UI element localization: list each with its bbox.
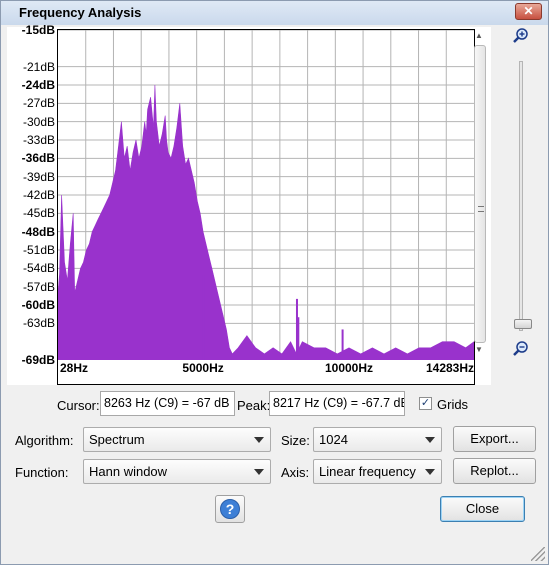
y-tick-label: -69dB	[21, 353, 55, 367]
peak-label: Peak:	[237, 398, 271, 413]
function-select[interactable]: Hann window	[83, 459, 271, 484]
export-button[interactable]: Export...	[453, 426, 536, 452]
y-tick-label: -57dB	[22, 279, 55, 294]
title-bar: Frequency Analysis ✕	[1, 1, 548, 25]
y-tick-label: -36dB	[21, 151, 55, 166]
frequency-analysis-window: Frequency Analysis ✕ -15dB -21dB -24dB -27d…	[0, 0, 549, 565]
zoom-in-icon[interactable]	[513, 28, 529, 44]
chevron-down-icon	[254, 469, 264, 475]
scroll-up-arrow-icon[interactable]: ▲	[475, 31, 483, 40]
cursor-label: Cursor:	[57, 398, 100, 413]
x-tick-label: 5000Hz	[182, 361, 224, 375]
y-tick-label: -27dB	[22, 96, 55, 111]
grids-label: Grids	[437, 397, 469, 412]
chevron-down-icon	[425, 469, 435, 475]
spectrum-plot[interactable]	[57, 29, 475, 385]
resize-grip-icon[interactable]	[531, 547, 545, 561]
algorithm-value: Spectrum	[89, 432, 145, 447]
chevron-down-icon	[425, 437, 435, 443]
x-tick-label: 10000Hz	[324, 361, 374, 375]
y-tick-label: -15dB	[21, 23, 55, 37]
help-button[interactable]: ?	[215, 495, 245, 523]
y-tick-label: -30dB	[22, 114, 55, 129]
cursor-readout-field[interactable]: 8263 Hz (C9) = -67 dB	[100, 391, 235, 416]
window-title: Frequency Analysis	[19, 5, 142, 20]
y-tick-label: -39dB	[22, 169, 55, 184]
x-tick-label: 28Hz	[59, 361, 89, 375]
peak-readout-field[interactable]: 8217 Hz (C9) = -67.7 dB	[269, 391, 405, 416]
size-label: Size:	[281, 433, 310, 448]
plot-vertical-scrollbar[interactable]: ▲ ▼	[473, 31, 487, 357]
axis-value: Linear frequency	[319, 464, 416, 479]
spectrum-panel: -15dB -21dB -24dB -27dB -30dB -33dB -36dB -39dB…	[7, 23, 491, 385]
grids-checkbox[interactable]: ✓	[419, 397, 432, 410]
size-value: 1024	[319, 432, 348, 447]
chevron-down-icon	[254, 437, 264, 443]
y-tick-label: -24dB	[21, 78, 55, 92]
y-tick-label: -21dB	[22, 59, 55, 74]
help-icon: ?	[220, 499, 240, 519]
algorithm-select[interactable]: Spectrum	[83, 427, 271, 452]
y-tick-label: -54dB	[22, 261, 55, 276]
function-value: Hann window	[89, 464, 168, 479]
y-tick-label: -33dB	[22, 133, 55, 147]
y-tick-label: -51dB	[22, 243, 55, 257]
y-tick-label: -60dB	[21, 298, 55, 312]
size-select[interactable]: 1024	[313, 427, 442, 452]
x-tick-label: 14283Hz	[425, 361, 475, 375]
axis-label: Axis:	[281, 465, 310, 480]
spectrum-area	[58, 84, 474, 360]
spectrum-chart	[58, 30, 474, 360]
scroll-down-arrow-icon[interactable]: ▼	[475, 345, 483, 354]
y-tick-label: -63dB	[22, 316, 55, 331]
y-tick-label: -42dB	[22, 188, 55, 202]
zoom-slider-track[interactable]	[519, 61, 523, 331]
function-label: Function:	[15, 465, 69, 480]
replot-button[interactable]: Replot...	[453, 458, 536, 484]
zoom-slider-thumb[interactable]	[514, 319, 532, 329]
y-tick-label: -45dB	[22, 206, 55, 221]
y-tick-label: -48dB	[21, 224, 55, 239]
scrollbar-thumb[interactable]	[474, 45, 486, 343]
algorithm-label: Algorithm:	[15, 433, 74, 448]
zoom-out-icon[interactable]	[513, 341, 529, 357]
close-window-button[interactable]: ✕	[515, 3, 542, 20]
axis-select[interactable]: Linear frequency	[313, 459, 442, 484]
close-button[interactable]: Close	[440, 496, 525, 522]
scrollbar-grip-icon	[478, 206, 484, 212]
